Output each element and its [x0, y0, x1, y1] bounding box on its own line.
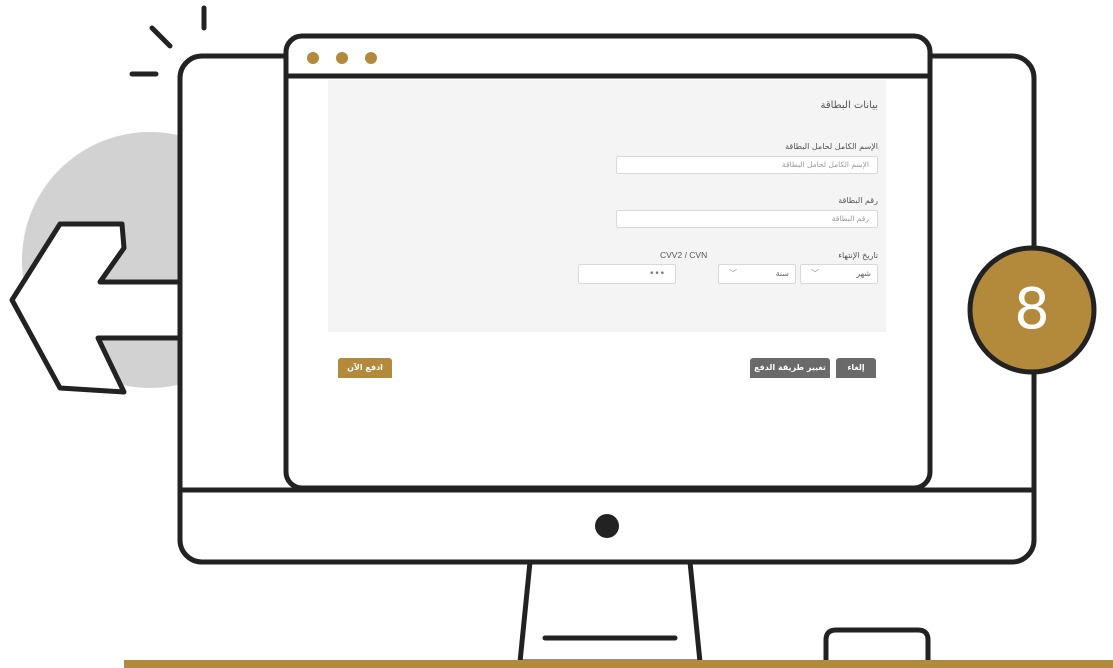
card-details-title: بيانات البطاقة	[820, 100, 878, 111]
pay-now-button[interactable]: ادفع الآن	[338, 358, 392, 378]
cardholder-name-input[interactable]: الإسم الكامل لحامل البطاقة	[616, 156, 878, 174]
cardholder-name-label: الإسم الكامل لحامل البطاقة	[785, 142, 878, 151]
card-number-input[interactable]: رقم البطاقة	[616, 210, 878, 228]
illustration-stage: 8 بيانات البطاقة الإسم الكامل لحامل البط…	[0, 0, 1113, 668]
browser-content: بيانات البطاقة الإسم الكامل لحامل البطاق…	[290, 78, 922, 486]
expiry-month-value: شهر	[856, 269, 871, 278]
step-badge-number: 8	[1014, 277, 1050, 342]
expiry-year-select[interactable]: سنة ﹀	[718, 264, 796, 284]
change-payment-button[interactable]: تغيير طريقة الدفع	[750, 358, 830, 378]
card-details-panel: بيانات البطاقة الإسم الكامل لحامل البطاق…	[328, 80, 886, 332]
cancel-button[interactable]: إلغاء	[836, 358, 876, 378]
monitor-camera-dot	[595, 514, 619, 538]
card-number-label: رقم البطاقة	[838, 196, 878, 205]
monitor-stand	[517, 559, 703, 665]
expiry-month-select[interactable]: شهر ﹀	[800, 264, 878, 284]
window-dot-2	[336, 52, 348, 64]
window-dot-1	[307, 52, 319, 64]
cvv-input[interactable]: •••	[578, 264, 676, 284]
expiry-year-value: سنة	[775, 269, 789, 278]
chevron-down-icon: ﹀	[811, 269, 819, 278]
window-dot-3	[365, 52, 377, 64]
cvv-label: CVV2 / CVN	[660, 250, 708, 260]
expiry-date-label: تاريخ الإنتهاء	[838, 251, 878, 260]
chevron-down-icon: ﹀	[729, 269, 737, 278]
